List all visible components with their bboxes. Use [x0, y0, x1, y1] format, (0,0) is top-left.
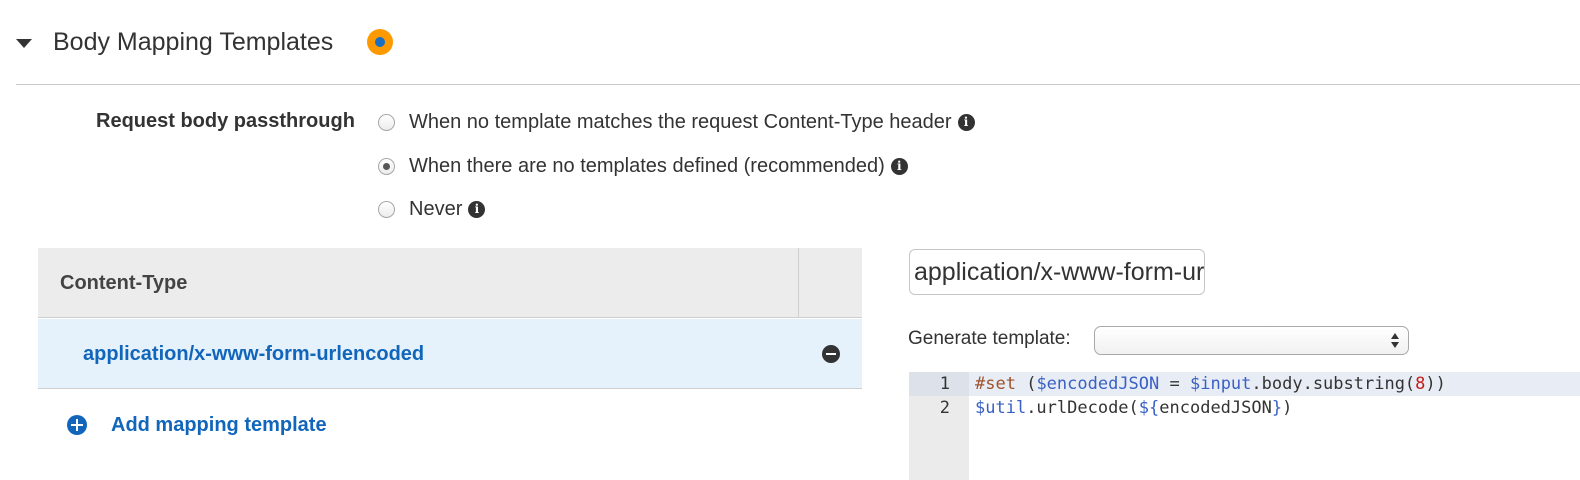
template-code-editor[interactable]: 1 #set ($encodedJSON = $input.body.subst…	[909, 372, 1580, 480]
code-token: )	[1282, 398, 1293, 418]
passthrough-label: Request body passthrough	[96, 110, 355, 132]
code-token: #set	[975, 374, 1016, 394]
code-token: ))	[1425, 374, 1446, 394]
info-icon[interactable]: i	[468, 200, 486, 218]
line-number: 1	[909, 372, 969, 396]
code-token: .body.substring(	[1251, 374, 1416, 394]
code-text[interactable]: #set ($encodedJSON = $input.body.substri…	[975, 372, 1446, 396]
generate-template-select[interactable]	[1094, 326, 1409, 355]
table-row[interactable]: application/x-www-form-urlencoded	[38, 319, 862, 389]
select-arrows-icon	[1391, 331, 1399, 350]
passthrough-option-no-templates[interactable]: When there are no templates defined (rec…	[378, 152, 908, 180]
radio-button[interactable]	[378, 113, 395, 131]
code-line[interactable]: 1 #set ($encodedJSON = $input.body.subst…	[909, 372, 1580, 396]
code-token: $input	[1189, 374, 1252, 394]
collapse-caret-icon[interactable]	[16, 39, 32, 48]
code-token: }	[1271, 398, 1283, 418]
code-token: =	[1159, 374, 1190, 394]
code-token: .urlDecode(	[1026, 398, 1139, 418]
option-label: When no template matches the request Con…	[409, 110, 952, 133]
passthrough-option-no-match[interactable]: When no template matches the request Con…	[378, 108, 975, 136]
passthrough-option-never[interactable]: Never i	[378, 195, 486, 223]
add-mapping-template-label[interactable]: Add mapping template	[111, 414, 327, 437]
code-token: 8	[1415, 374, 1426, 394]
code-token: $util	[975, 398, 1027, 418]
code-token: ${	[1138, 398, 1160, 418]
generate-template-label: Generate template:	[908, 328, 1071, 349]
add-mapping-template-button[interactable]: Add mapping template	[67, 412, 327, 438]
info-icon[interactable]: i	[890, 157, 908, 175]
content-type-link[interactable]: application/x-www-form-urlencoded	[83, 343, 424, 366]
info-icon[interactable]: i	[957, 113, 975, 131]
code-token: (	[1015, 374, 1037, 394]
radio-button[interactable]	[378, 200, 395, 218]
content-type-table: Content-Type application/x-www-form-urle…	[38, 248, 862, 391]
option-label: Never	[409, 197, 463, 220]
content-type-input[interactable]: application/x-www-form-urlencoded	[909, 249, 1205, 295]
line-number: 2	[939, 398, 950, 418]
section-header: Body Mapping Templates	[0, 0, 1580, 86]
content-type-header: Content-Type	[60, 272, 188, 294]
option-label: When there are no templates defined (rec…	[409, 154, 885, 177]
code-token: $encodedJSON	[1036, 374, 1160, 394]
header-divider	[16, 84, 1580, 85]
code-token: encodedJSON	[1159, 398, 1272, 418]
plus-circle-icon[interactable]	[67, 415, 87, 435]
header-column-divider	[798, 248, 799, 318]
section-title: Body Mapping Templates	[53, 28, 334, 56]
table-header: Content-Type	[38, 248, 862, 318]
status-indicator-icon	[367, 29, 393, 55]
code-line[interactable]: 2 $util.urlDecode(${encodedJSON})	[909, 396, 1580, 420]
remove-icon[interactable]	[822, 345, 840, 363]
radio-button-selected[interactable]	[378, 157, 395, 175]
code-text[interactable]: $util.urlDecode(${encodedJSON})	[975, 396, 1292, 420]
